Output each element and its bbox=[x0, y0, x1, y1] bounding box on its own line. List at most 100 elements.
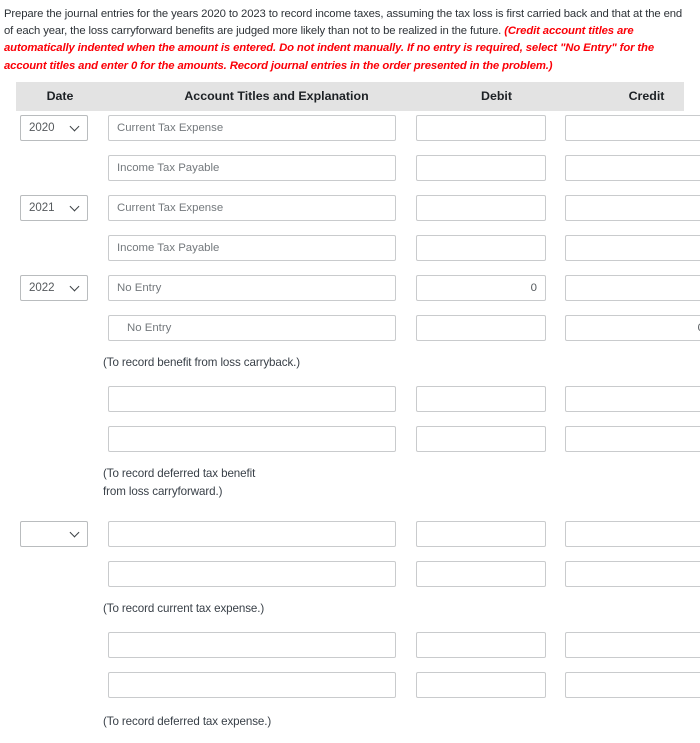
credit-cell bbox=[565, 520, 700, 547]
credit-input[interactable] bbox=[565, 560, 700, 587]
date-select-value: 2022 bbox=[29, 281, 55, 294]
date-cell: 2020 bbox=[20, 114, 88, 141]
column-header-debit: Debit bbox=[481, 88, 512, 103]
debit-input[interactable] bbox=[416, 425, 546, 452]
date-select[interactable]: 2021 bbox=[20, 194, 88, 221]
account-title-input[interactable] bbox=[108, 385, 396, 412]
date-cell: 2021 bbox=[20, 194, 88, 221]
entry-explanation-line: (To record benefit from loss carryback.) bbox=[103, 355, 301, 369]
journal-entry-row bbox=[0, 517, 700, 557]
debit-input[interactable] bbox=[416, 631, 546, 658]
credit-cell bbox=[565, 114, 700, 141]
account-title-input[interactable]: Income Tax Payable bbox=[108, 234, 396, 261]
account-title-cell: Current Tax Expense bbox=[108, 194, 396, 221]
debit-input[interactable] bbox=[416, 520, 546, 547]
entry-explanation: (To record benefit from loss carryback.) bbox=[0, 351, 700, 382]
debit-cell bbox=[416, 631, 546, 658]
credit-input[interactable] bbox=[565, 631, 700, 658]
account-title-cell bbox=[108, 425, 396, 452]
date-select[interactable]: 2022 bbox=[20, 274, 88, 301]
credit-cell bbox=[565, 671, 700, 698]
table-header-row: Date Account Titles and Explanation Debi… bbox=[16, 81, 684, 111]
entry-explanation-line: (To record current tax expense.) bbox=[103, 601, 265, 615]
debit-input[interactable] bbox=[416, 560, 546, 587]
debit-input[interactable] bbox=[416, 194, 546, 221]
debit-cell bbox=[416, 314, 546, 341]
journal-entry-row: 2021 Current Tax Expense bbox=[0, 191, 700, 231]
account-title-input[interactable]: Current Tax Expense bbox=[108, 114, 396, 141]
account-title-cell: No Entry bbox=[108, 274, 396, 301]
account-title-cell: No Entry bbox=[108, 314, 396, 341]
journal-entry-row bbox=[0, 628, 700, 668]
account-title-input[interactable] bbox=[108, 520, 396, 547]
account-title-input[interactable]: Income Tax Payable bbox=[108, 154, 396, 181]
debit-cell bbox=[416, 154, 546, 181]
credit-cell bbox=[565, 385, 700, 412]
column-header-credit: Credit bbox=[628, 88, 665, 103]
journal-entry-row bbox=[0, 422, 700, 462]
credit-input[interactable] bbox=[565, 671, 700, 698]
date-select-value: 2020 bbox=[29, 121, 55, 134]
credit-input[interactable] bbox=[565, 114, 700, 141]
journal-entry-row: Income Tax Payable bbox=[0, 231, 700, 271]
credit-input[interactable] bbox=[565, 520, 700, 547]
debit-cell bbox=[416, 114, 546, 141]
chevron-down-icon bbox=[71, 529, 80, 538]
entry-explanation-line: (To record deferred tax expense.) bbox=[103, 714, 272, 728]
debit-cell bbox=[416, 385, 546, 412]
credit-input[interactable] bbox=[565, 385, 700, 412]
date-select[interactable] bbox=[20, 520, 88, 547]
account-title-input[interactable] bbox=[108, 425, 396, 452]
journal-entry-row: Income Tax Payable bbox=[0, 151, 700, 191]
journal-entry-row bbox=[0, 557, 700, 597]
account-title-cell bbox=[108, 520, 396, 547]
credit-cell: 0 bbox=[565, 314, 700, 341]
account-title-cell bbox=[108, 560, 396, 587]
chevron-down-icon bbox=[71, 283, 80, 292]
entry-explanation: (To record deferred tax benefit from loss… bbox=[0, 462, 700, 517]
debit-input[interactable] bbox=[416, 234, 546, 261]
date-select-value: 2021 bbox=[29, 201, 55, 214]
journal-entry-row: 2022 No Entry 0 bbox=[0, 271, 700, 311]
debit-input[interactable] bbox=[416, 385, 546, 412]
journal-entry-row bbox=[0, 668, 700, 708]
credit-input[interactable] bbox=[565, 234, 700, 261]
table-body: 2020 Current Tax Expense Income Tax Payabl… bbox=[0, 111, 700, 743]
account-title-input[interactable]: No Entry bbox=[108, 314, 396, 341]
debit-input[interactable] bbox=[416, 154, 546, 181]
journal-entry-row: No Entry 0 bbox=[0, 311, 700, 351]
date-cell bbox=[20, 520, 88, 547]
debit-input[interactable] bbox=[416, 314, 546, 341]
debit-cell bbox=[416, 671, 546, 698]
account-title-input[interactable]: No Entry bbox=[108, 274, 396, 301]
credit-input[interactable] bbox=[565, 194, 700, 221]
credit-input[interactable] bbox=[565, 274, 700, 301]
credit-input[interactable] bbox=[565, 425, 700, 452]
debit-cell bbox=[416, 234, 546, 261]
credit-cell bbox=[565, 560, 700, 587]
credit-input[interactable] bbox=[565, 154, 700, 181]
chevron-down-icon bbox=[71, 203, 80, 212]
debit-cell bbox=[416, 520, 546, 547]
credit-cell bbox=[565, 425, 700, 452]
account-title-input[interactable] bbox=[108, 560, 396, 587]
debit-input[interactable] bbox=[416, 114, 546, 141]
account-title-cell: Income Tax Payable bbox=[108, 154, 396, 181]
credit-input[interactable]: 0 bbox=[565, 314, 700, 341]
entry-explanation: (To record deferred tax expense.) bbox=[0, 708, 700, 743]
debit-cell bbox=[416, 560, 546, 587]
debit-input[interactable] bbox=[416, 671, 546, 698]
credit-cell bbox=[565, 194, 700, 221]
account-title-cell: Current Tax Expense bbox=[108, 114, 396, 141]
account-title-input[interactable] bbox=[108, 631, 396, 658]
journal-entry-row bbox=[0, 382, 700, 422]
column-header-date: Date bbox=[46, 88, 74, 103]
date-select[interactable]: 2020 bbox=[20, 114, 88, 141]
debit-input[interactable]: 0 bbox=[416, 274, 546, 301]
account-title-input[interactable]: Current Tax Expense bbox=[108, 194, 396, 221]
account-title-cell bbox=[108, 385, 396, 412]
credit-cell bbox=[565, 631, 700, 658]
account-title-cell bbox=[108, 631, 396, 658]
account-title-input[interactable] bbox=[108, 671, 396, 698]
credit-cell bbox=[565, 274, 700, 301]
